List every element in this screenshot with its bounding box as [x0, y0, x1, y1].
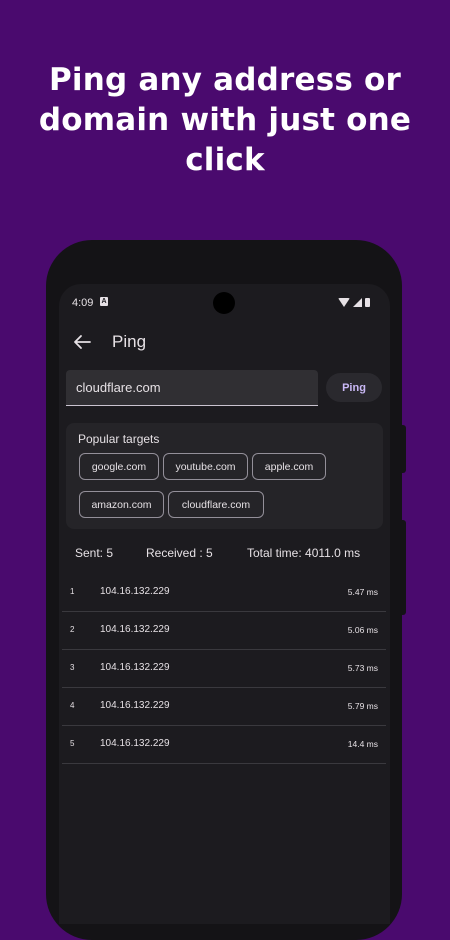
result-ip: 104.16.132.229 — [100, 738, 170, 749]
results-list: 1 104.16.132.229 5.47 ms 2 104.16.132.22… — [62, 574, 386, 764]
chip-amazon[interactable]: amazon.com — [79, 491, 164, 518]
wifi-icon — [338, 297, 350, 307]
headline-line-3: click — [185, 142, 265, 178]
result-time: 5.73 ms — [347, 663, 378, 673]
camera-cutout — [213, 292, 235, 314]
result-index: 4 — [70, 701, 75, 710]
result-time: 14.4 ms — [347, 739, 378, 749]
status-time: 4:09 — [72, 297, 94, 309]
phone-power-button — [401, 520, 406, 615]
result-row: 1 104.16.132.229 5.47 ms — [62, 574, 386, 612]
phone-screen: 4:09 A Ping Ping Popular targets google.… — [59, 284, 390, 924]
address-field — [66, 370, 318, 406]
popular-targets-card: Popular targets google.com youtube.com a… — [66, 423, 383, 529]
arrow-left-icon[interactable] — [70, 330, 94, 354]
page-title: Ping — [112, 332, 147, 351]
result-time: 5.06 ms — [347, 625, 378, 635]
phone-volume-button — [401, 425, 406, 473]
result-row: 2 104.16.132.229 5.06 ms — [62, 612, 386, 650]
promo-headline: Ping any address or domain with just one… — [0, 60, 450, 180]
sent-count: Sent: 5 — [75, 546, 114, 560]
battery-icon — [365, 297, 370, 307]
result-row: 5 104.16.132.229 14.4 ms — [62, 726, 386, 764]
result-index: 2 — [70, 625, 75, 634]
popular-targets-title: Popular targets — [78, 432, 160, 446]
headline-line-1: Ping any address or — [48, 62, 402, 98]
result-ip: 104.16.132.229 — [100, 624, 170, 635]
headline-line-2: domain with just one — [38, 102, 412, 138]
chip-google[interactable]: google.com — [79, 453, 159, 480]
ping-button[interactable]: Ping — [326, 373, 382, 402]
chip-apple[interactable]: apple.com — [252, 453, 326, 480]
result-index: 1 — [70, 587, 75, 596]
status-bar: 4:09 A — [59, 284, 390, 320]
result-row: 3 104.16.132.229 5.73 ms — [62, 650, 386, 688]
app-bar: Ping — [59, 320, 390, 364]
result-index: 5 — [70, 739, 75, 748]
result-index: 3 — [70, 663, 75, 672]
system-icons — [338, 297, 370, 307]
notification-icon: A — [100, 297, 108, 306]
result-ip: 104.16.132.229 — [100, 586, 170, 597]
total-time: Total time: 4011.0 ms — [247, 546, 361, 560]
chip-cloudflare[interactable]: cloudflare.com — [168, 491, 264, 518]
received-count: Received : 5 — [146, 546, 213, 560]
result-time: 5.47 ms — [347, 587, 378, 597]
ping-stats: Sent: 5 Received : 5 Total time: 4011.0 … — [59, 546, 390, 562]
result-row: 4 104.16.132.229 5.79 ms — [62, 688, 386, 726]
address-input[interactable] — [66, 370, 318, 405]
chip-youtube[interactable]: youtube.com — [163, 453, 248, 480]
result-time: 5.79 ms — [347, 701, 378, 711]
result-ip: 104.16.132.229 — [100, 700, 170, 711]
result-ip: 104.16.132.229 — [100, 662, 170, 673]
signal-icon — [353, 297, 362, 307]
